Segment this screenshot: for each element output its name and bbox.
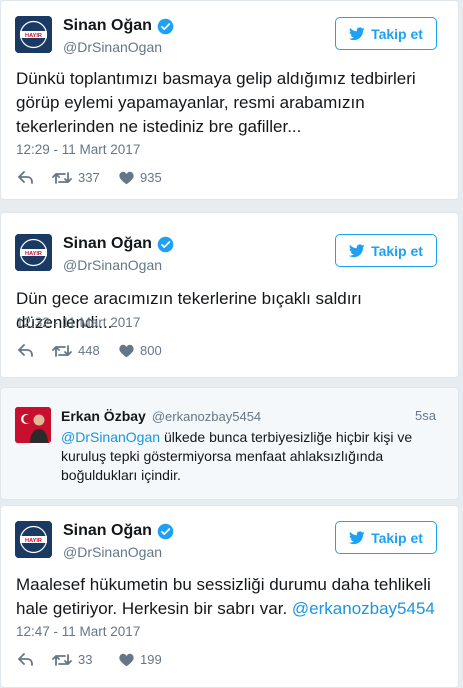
user-handle[interactable]: @DrSinanOgan [63,544,162,560]
avatar[interactable]: HAYIR [15,521,52,558]
reply-button[interactable] [18,343,52,358]
avatar[interactable] [15,407,51,443]
bird-icon [349,243,365,257]
svg-text:HAYIR: HAYIR [25,33,42,39]
mention-link[interactable]: @erkanozbay5454 [292,599,435,618]
hayir-badge-icon: HAYIR [15,521,52,558]
tweet-actions: 448 800 [18,343,162,358]
retweet-count: 448 [78,343,100,358]
verified-badge-icon [157,18,174,34]
bird-icon [349,530,365,544]
verified-badge-icon [157,236,174,252]
retweet-count: 33 [78,652,93,667]
retweet-button[interactable]: 337 [52,170,119,185]
bird-icon [349,26,365,40]
display-name[interactable]: Sinan Oğan [63,235,152,253]
tweet-card: HAYIR Sinan Oğan @DrSinanOgan Takip et D… [0,212,459,378]
reply-timestamp[interactable]: 5sa [415,408,436,423]
reply-button[interactable] [18,652,52,667]
like-button[interactable]: 800 [119,343,162,358]
verified-badge-icon [157,523,174,539]
reply-icon [18,652,33,666]
like-button[interactable]: 935 [119,170,162,185]
follow-button[interactable]: Takip et [335,17,437,50]
tweet-timestamp[interactable]: 12:29 - 11 Mart 2017 [16,142,140,157]
tweet-actions: 33 199 [18,652,162,667]
avatar[interactable]: HAYIR [15,234,52,271]
tweet-text: Dünkü toplantımızı basmaya gelip aldığım… [16,69,416,136]
retweet-button[interactable]: 33 [52,652,119,667]
tweet-text: Maalesef hükumetin bu sessizliği durumu … [16,573,438,621]
like-button[interactable]: 199 [119,652,162,667]
like-count: 935 [140,170,162,185]
heart-icon [119,344,134,357]
reply-text: @DrSinanOgan ülkede bunca terbiyesizliğe… [61,428,440,485]
retweet-button[interactable]: 448 [52,343,119,358]
reply-display-name[interactable]: Erkan Özbay [61,408,146,424]
follow-label: Takip et [371,25,423,42]
reply-user-handle[interactable]: @erkanozbay5454 [152,409,261,424]
reply-tweet-card: Erkan Özbay @erkanozbay5454 5sa @DrSinan… [0,387,459,500]
retweet-icon [52,344,72,357]
follow-button[interactable]: Takip et [335,521,437,554]
tweet-actions: 337 935 [18,170,162,185]
retweet-count: 337 [78,170,100,185]
retweet-icon [52,653,72,666]
mention-link[interactable]: @DrSinanOgan [61,429,160,445]
like-count: 800 [140,343,162,358]
retweet-icon [52,171,72,184]
hayir-badge-icon: HAYIR [15,16,52,53]
display-name[interactable]: Sinan Oğan [63,522,152,540]
reply-icon [18,343,33,357]
like-count: 199 [140,652,162,667]
svg-text:HAYIR: HAYIR [25,251,42,257]
tweet-card: HAYIR Sinan Oğan @DrSinanOgan Takip et M… [0,505,459,688]
user-handle[interactable]: @DrSinanOgan [63,257,162,273]
follow-button[interactable]: Takip et [335,234,437,267]
display-name[interactable]: Sinan Oğan [63,17,152,35]
follow-label: Takip et [371,529,423,546]
tweet-timestamp[interactable]: 12:32 - 11 Mart 2017 [16,315,140,330]
reply-button[interactable] [18,170,52,185]
reply-icon [18,170,33,184]
hayir-badge-icon: HAYIR [15,234,52,271]
tweet-timestamp[interactable]: 12:47 - 11 Mart 2017 [16,624,140,639]
user-handle[interactable]: @DrSinanOgan [63,39,162,55]
avatar[interactable]: HAYIR [15,16,52,53]
follow-label: Takip et [371,242,423,259]
profile-photo-icon [15,407,51,443]
heart-icon [119,653,134,666]
svg-text:HAYIR: HAYIR [25,538,42,544]
tweet-card: HAYIR Sinan Oğan @DrSinanOgan Takip et D… [0,0,459,200]
heart-icon [119,171,134,184]
